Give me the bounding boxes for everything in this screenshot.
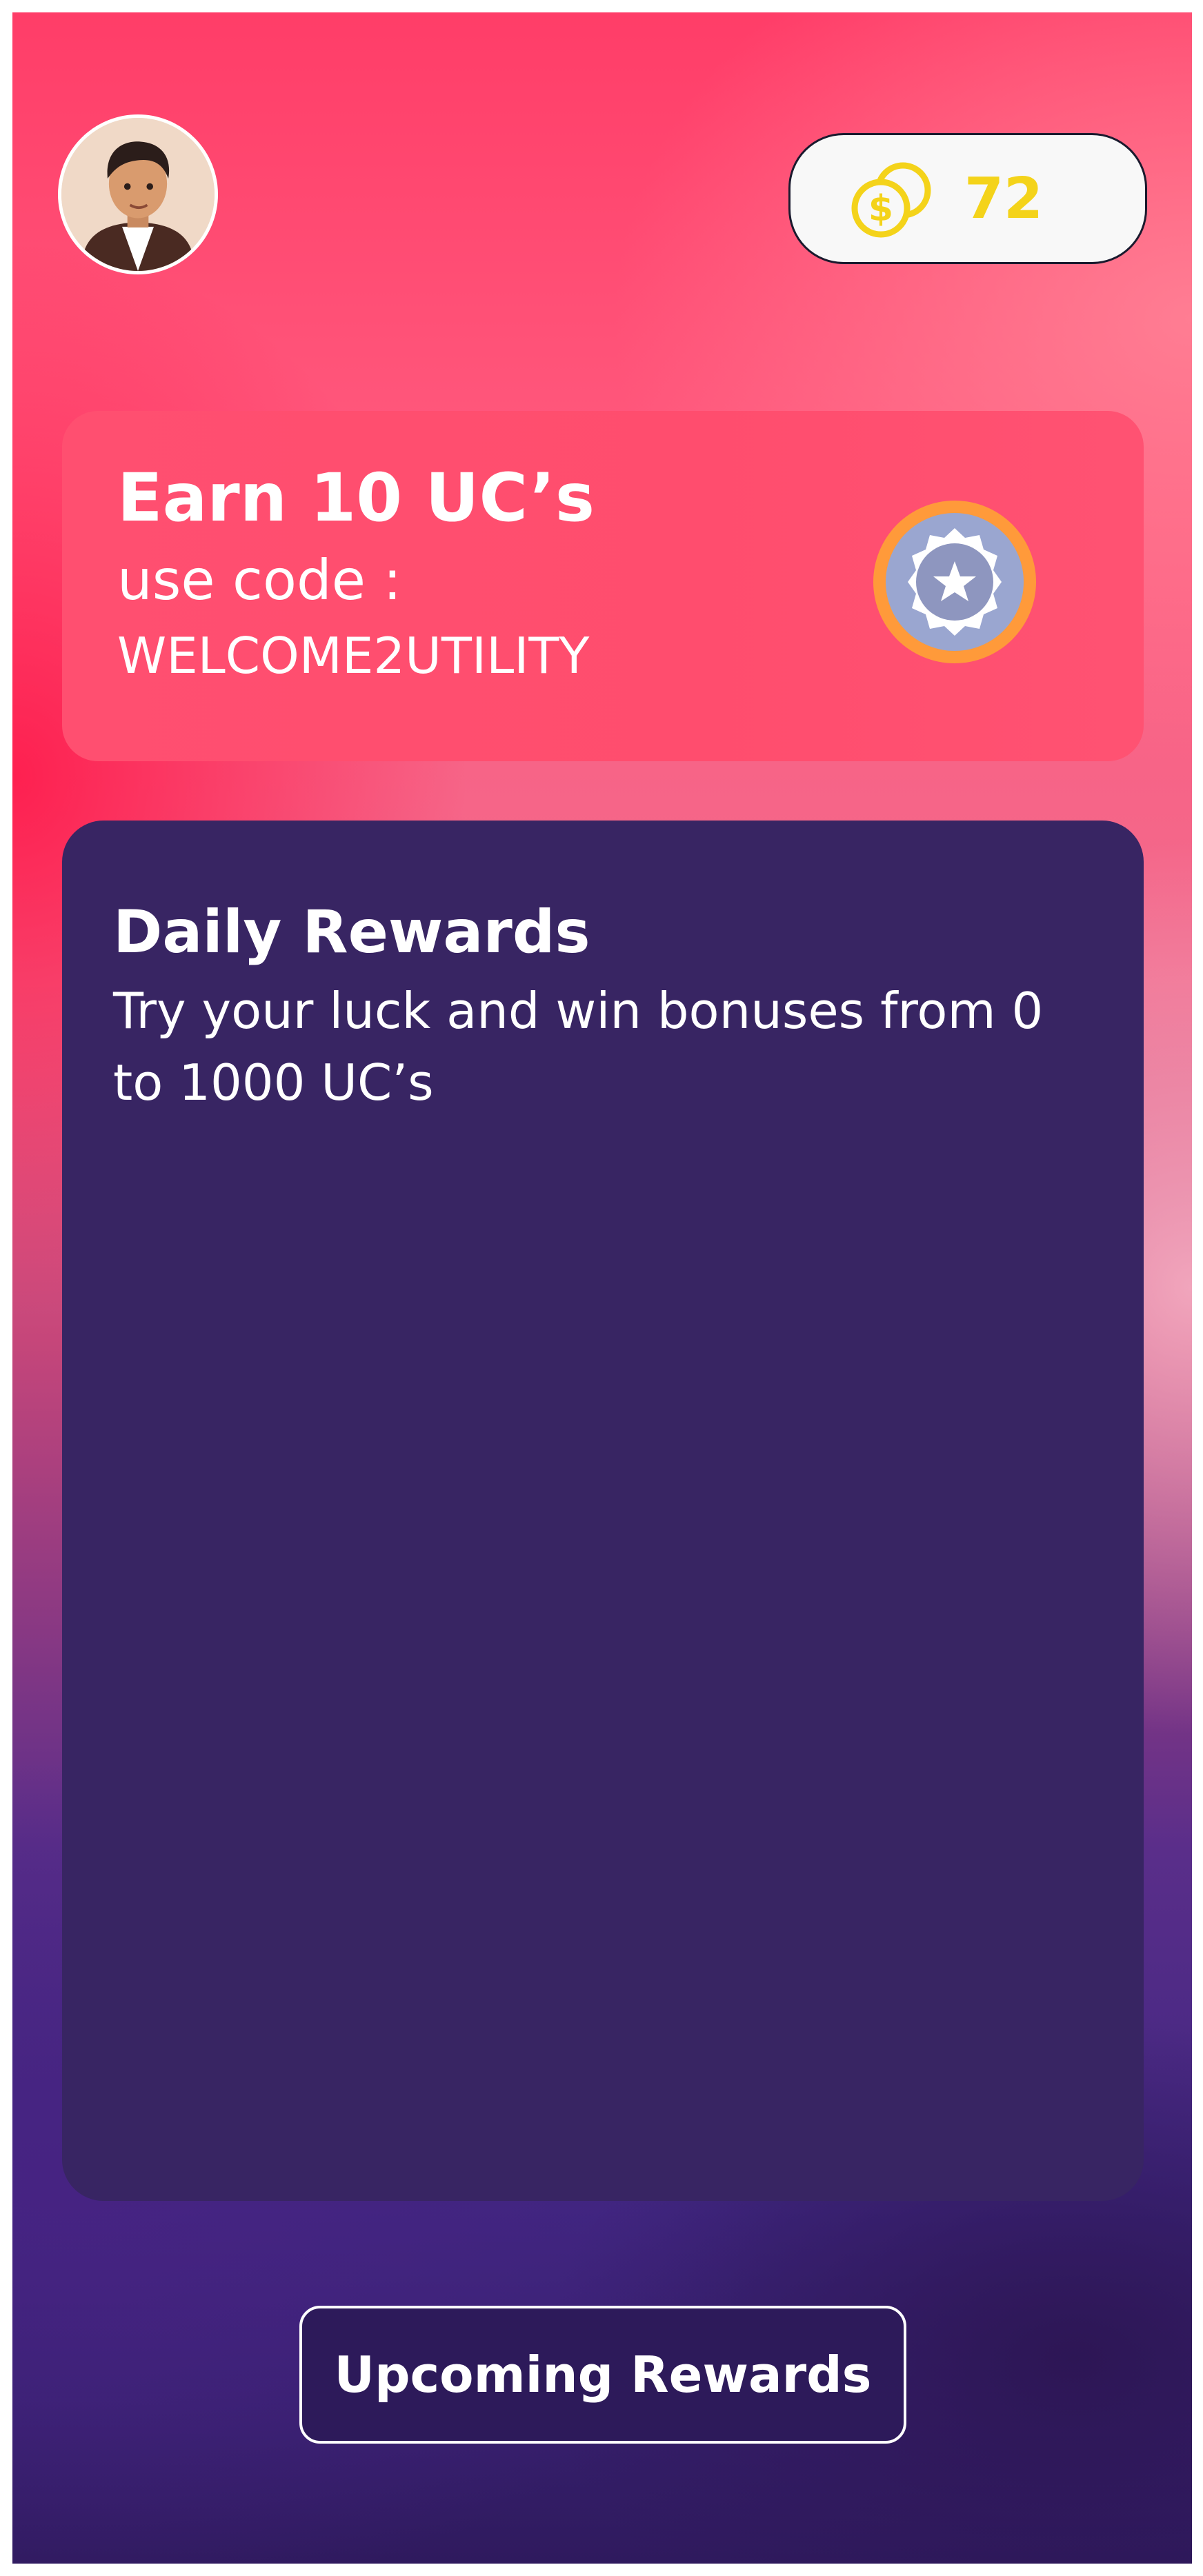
coins-dollar-icon: $ xyxy=(851,162,931,238)
user-avatar-icon[interactable] xyxy=(58,114,218,274)
upcoming-rewards-button[interactable]: Upcoming Rewards xyxy=(299,2306,906,2444)
promo-subtitle: use code : xyxy=(117,548,402,612)
svg-text:$: $ xyxy=(868,188,893,230)
promo-title: Earn 10 UC’s xyxy=(117,459,595,536)
promo-card[interactable]: Earn 10 UC’s use code : WELCOME2UTILITY xyxy=(62,411,1144,761)
coin-balance[interactable]: $ 72 xyxy=(788,133,1147,264)
daily-rewards-title: Daily Rewards xyxy=(113,898,590,967)
promo-code: WELCOME2UTILITY xyxy=(117,627,590,685)
app-screen: $ 72 Earn 10 UC’s use code : WELCOME2UTI… xyxy=(12,12,1192,2564)
star-medal-icon xyxy=(873,501,1036,663)
coin-count: 72 xyxy=(964,166,1044,232)
daily-rewards-description: Try your luck and win bonuses from 0 to … xyxy=(113,982,1044,1111)
daily-rewards-card[interactable]: Daily Rewards Try your luck and win bonu… xyxy=(62,821,1144,2201)
